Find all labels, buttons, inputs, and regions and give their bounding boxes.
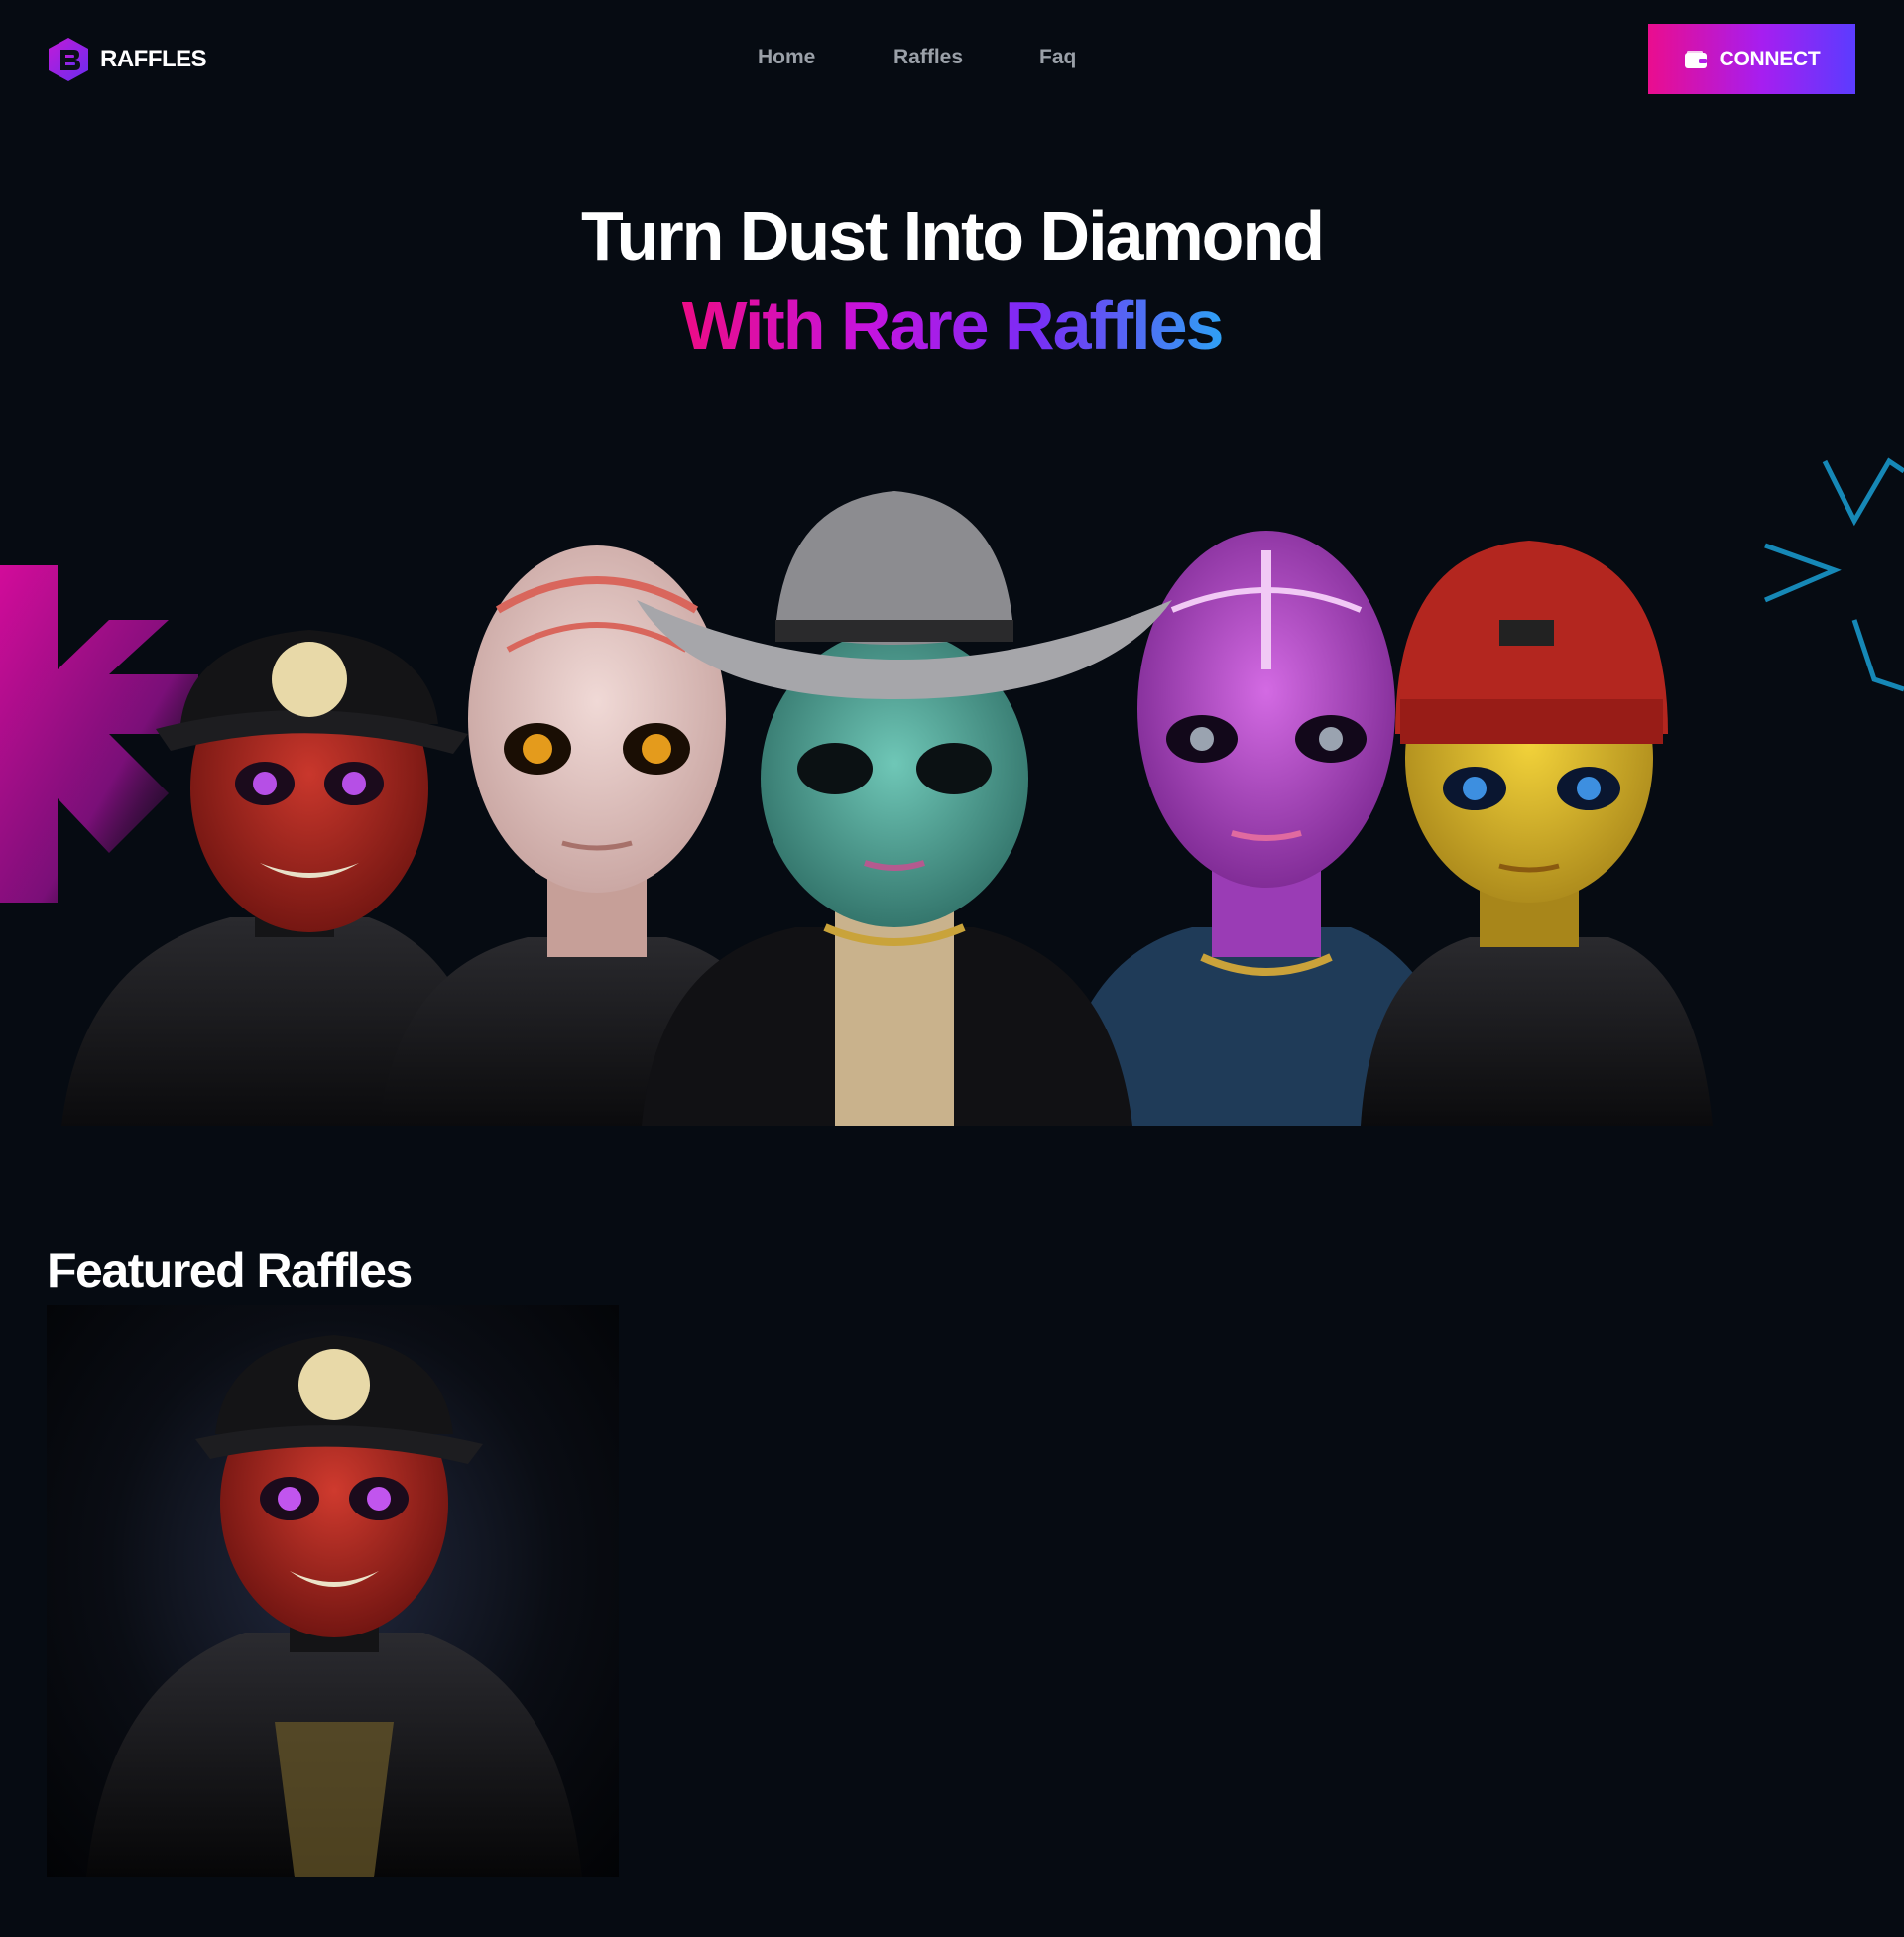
nav-link-raffles[interactable]: Raffles — [893, 46, 1039, 69]
hero-title-line2-wrap: With Rare Raffles — [0, 284, 1904, 367]
featured-raffle-card[interactable] — [47, 1305, 619, 1877]
nav-link-faq[interactable]: Faq — [1039, 46, 1099, 69]
brand-logo-link[interactable]: RAFFLES — [47, 36, 207, 83]
main-nav: Home Raffles Faq — [758, 46, 1099, 69]
alien-teal-cowboy-hat-character — [637, 491, 1172, 1126]
featured-raffle-image — [86, 1335, 582, 1877]
alien-yellow-red-beanie-character — [1361, 541, 1713, 1126]
hero-characters-group — [61, 491, 1713, 1126]
top-navbar: RAFFLES Home Raffles Faq CONNECT — [0, 0, 1904, 119]
right-asterisk-decoration — [1764, 457, 1904, 692]
hero-artwork — [0, 451, 1904, 1126]
wallet-icon — [1684, 50, 1708, 69]
raffles-logo-icon — [47, 36, 90, 83]
connect-label: CONNECT — [1719, 47, 1821, 70]
hero-title-line2: With Rare Raffles — [681, 287, 1225, 364]
hero-title-line1: Turn Dust Into Diamond — [581, 197, 1325, 275]
connect-wallet-button[interactable]: CONNECT — [1648, 24, 1855, 94]
brand-name: RAFFLES — [100, 46, 207, 72]
featured-raffles-title: Featured Raffles — [47, 1243, 413, 1298]
nav-link-home[interactable]: Home — [758, 46, 893, 69]
hero-title: Turn Dust Into Diamond With Rare Raffles — [0, 194, 1904, 367]
